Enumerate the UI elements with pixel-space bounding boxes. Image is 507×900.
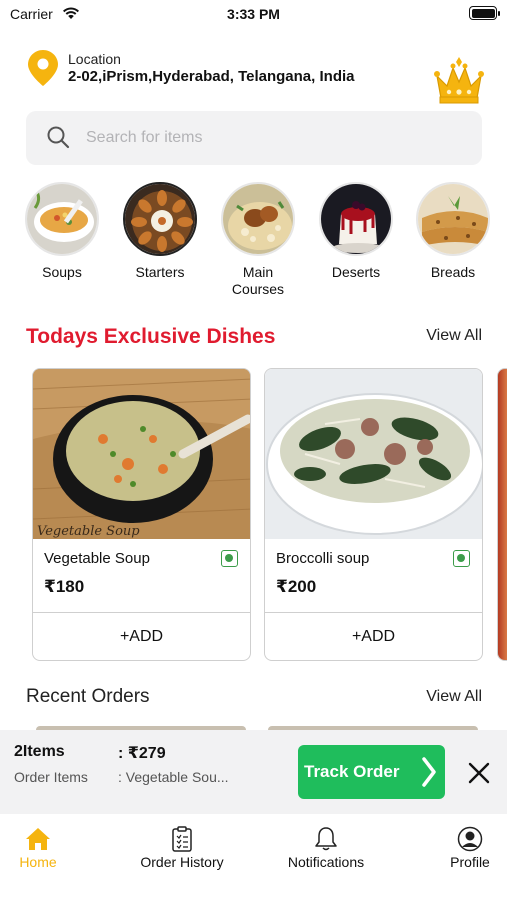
track-order-button[interactable]: Track Order [298,745,445,799]
bell-icon [315,827,337,851]
add-button[interactable]: +ADD [265,612,482,660]
bottom-tab-bar: Home Order History Notifications Profile [0,814,507,900]
dish-name: Broccolli soup [276,550,370,567]
veg-icon [453,550,470,567]
clipboard-icon [172,826,192,852]
starters-photo [123,182,197,256]
category-label: Main Courses [231,264,285,297]
dish-price: ₹200 [276,577,317,596]
category-label: Starters [135,264,185,280]
location-address: 2-02,iPrism,Hyderabad, Telangana, India [68,68,355,85]
category-main-courses[interactable]: Main Courses [218,182,298,298]
location-label: Location [68,51,121,67]
dish-card[interactable]: Vegetable Soup Vegetable Soup ₹180 +ADD [32,368,251,661]
view-all-link[interactable]: View All [426,327,482,345]
tab-label: Profile [450,854,490,870]
add-button[interactable]: +ADD [33,612,250,660]
search-bar[interactable] [26,111,482,165]
search-icon [47,126,70,149]
category-breads[interactable]: Breads [413,182,493,281]
status-time: 3:33 PM [227,6,280,22]
tab-label: Notifications [287,854,365,870]
location-selector[interactable]: Location 2-02,iPrism,Hyderabad, Telangan… [28,50,408,90]
deserts-photo [319,182,393,256]
cart-items-label: Order Items [14,769,88,785]
category-label: Deserts [331,264,381,280]
track-order-label: Track Order [304,762,400,781]
category-label: Soups [42,264,82,280]
category-deserts[interactable]: Deserts [316,182,396,281]
cart-items-value: : Vegetable Sou... [118,769,229,785]
vegetable-soup-photo: Vegetable Soup [33,369,250,539]
category-soups[interactable]: Soups [22,182,102,281]
category-label: Breads [430,264,476,280]
tab-home[interactable]: Home [16,826,60,870]
cart-total: : ₹279 [118,745,166,762]
dish-card-partial[interactable] [497,368,507,661]
dish-price: ₹180 [44,577,85,596]
view-all-link[interactable]: View All [426,688,482,706]
section-title: Todays Exclusive Dishes [26,325,276,348]
dish-card[interactable]: Broccolli soup ₹200 +ADD [264,368,483,661]
category-list: Soups Starters Main Courses Deserts Brea… [0,182,507,302]
tab-label: Order History [140,854,224,870]
tab-profile[interactable]: Profile [444,826,496,870]
category-starters[interactable]: Starters [120,182,200,281]
veg-icon [221,550,238,567]
cart-item-count: 2Items [14,743,65,760]
broccolli-soup-photo [265,369,482,539]
tab-order-history[interactable]: Order History [132,826,232,870]
user-circle-icon [457,826,483,852]
recent-orders-header: Recent Orders View All [26,686,482,710]
chevron-right-icon [422,757,436,787]
tab-label: Home [19,854,57,870]
breads-photo [416,182,490,256]
location-pin-icon [28,50,58,86]
dish-name: Vegetable Soup [44,550,150,567]
exclusive-dishes-header: Todays Exclusive Dishes View All [26,325,482,349]
status-bar: Carrier 3:33 PM [0,0,507,30]
image-caption: Vegetable Soup [37,524,140,539]
section-title: Recent Orders [26,686,150,707]
cart-summary-bar: 2Items : ₹279 Order Items : Vegetable So… [0,730,507,814]
search-input[interactable] [86,111,466,165]
soups-photo [25,182,99,256]
home-icon [26,828,50,850]
crown-icon[interactable] [433,56,485,106]
tab-notifications[interactable]: Notifications [278,826,374,870]
battery-icon [469,6,500,20]
close-icon[interactable] [467,761,491,785]
main-courses-photo [221,182,295,256]
